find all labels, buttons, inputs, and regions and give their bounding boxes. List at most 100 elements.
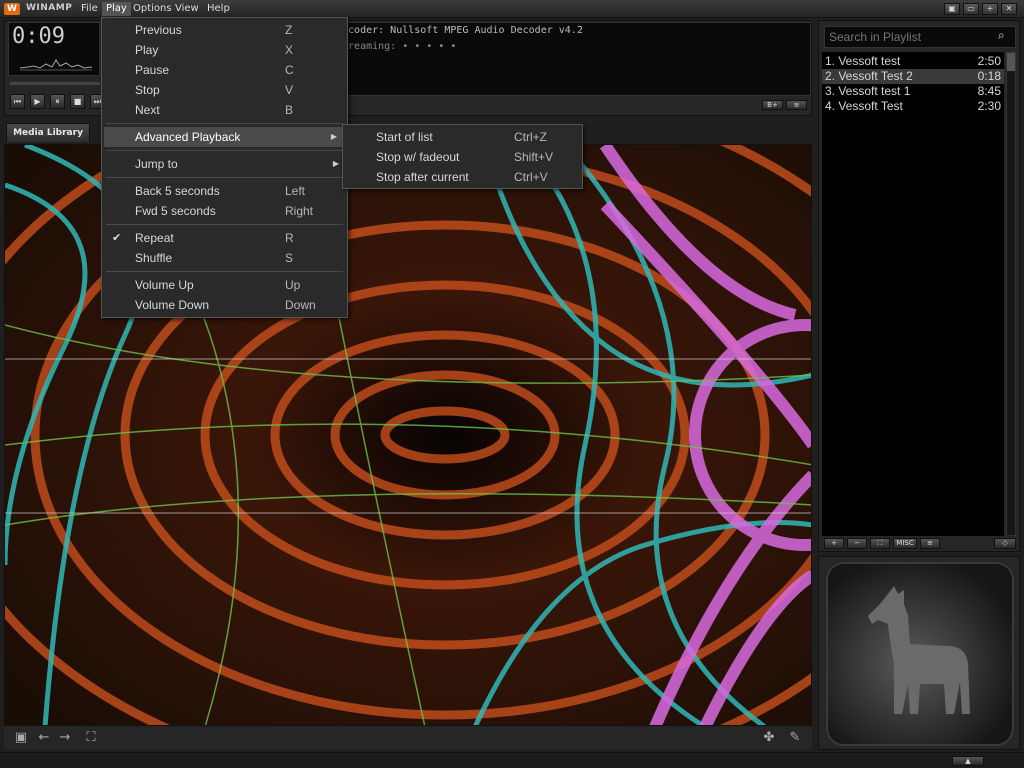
playlist-manage-button[interactable]: ◇ xyxy=(994,538,1016,549)
app-title: WINAMP xyxy=(26,3,73,13)
checkmark-icon: ✔ xyxy=(112,232,122,244)
menu-file[interactable]: File xyxy=(77,2,102,16)
menu-item-play[interactable]: Play X xyxy=(102,40,347,60)
forward-arrow-icon[interactable]: → xyxy=(56,730,74,746)
menu-item-shortcut: Shift+V xyxy=(514,150,554,164)
tab-media-library[interactable]: Media Library xyxy=(6,123,90,142)
menu-item-label: Pause xyxy=(135,63,170,77)
playlist-select-button[interactable]: ⛶ xyxy=(870,538,890,549)
menu-separator xyxy=(106,150,343,151)
playlist-list-button[interactable]: ≡ xyxy=(920,538,940,549)
playlist-scroll-thumb[interactable] xyxy=(1007,53,1015,71)
playlist-item[interactable]: 3. Vessoft test 1 8:45 xyxy=(822,84,1004,99)
monitor-icon[interactable]: ▣ xyxy=(12,730,30,746)
playlist-add-button[interactable]: + xyxy=(824,538,844,549)
status-toggle-button[interactable]: ▲ xyxy=(952,756,984,766)
menu-item-jump-to[interactable]: Jump to ▶ xyxy=(102,154,347,174)
playlist-misc-button[interactable]: MISC xyxy=(893,538,917,549)
playlist[interactable] xyxy=(822,52,1004,536)
playlist-item-duration: 2:50 xyxy=(977,54,1001,68)
back-arrow-icon[interactable]: ← xyxy=(35,730,53,746)
playlist-item-title: 1. Vessoft test xyxy=(825,54,901,68)
playlist-item-duration: 8:45 xyxy=(977,84,1001,98)
menu-help[interactable]: Help xyxy=(203,2,234,16)
playlist-toggle-button[interactable]: ≡ xyxy=(786,100,807,110)
time-display[interactable]: 0:09 xyxy=(12,24,65,49)
menu-item-label: Stop w/ fadeout xyxy=(376,150,460,164)
menu-options[interactable]: Options xyxy=(129,2,176,16)
winamp-logo-icon: W xyxy=(4,3,20,15)
menu-item-shortcut: Ctrl+Z xyxy=(514,130,547,144)
wrench-icon[interactable]: ✎ xyxy=(786,730,804,746)
menu-item-back-5-seconds[interactable]: Back 5 seconds Left xyxy=(102,181,347,201)
menu-item-fwd-5-seconds[interactable]: Fwd 5 seconds Right xyxy=(102,201,347,221)
play-button[interactable]: ▶ xyxy=(30,94,45,109)
menu-item-label: Stop xyxy=(135,83,160,97)
menu-item-volume-down[interactable]: Volume Down Down xyxy=(102,295,347,315)
album-art[interactable] xyxy=(826,562,1014,746)
status-bar xyxy=(0,752,1024,768)
menu-item-label: Volume Down xyxy=(135,298,210,312)
menu-item-shortcut: B xyxy=(285,103,294,117)
menu-item-label: Advanced Playback xyxy=(135,130,241,144)
playlist-item-title: 3. Vessoft test 1 xyxy=(825,84,911,98)
menu-view[interactable]: View xyxy=(171,2,203,16)
pause-button[interactable]: ⏸ xyxy=(50,94,65,109)
advanced-playback-submenu: Start of list Ctrl+Z Stop w/ fadeout Shi… xyxy=(342,124,583,189)
menu-item-start-of-list[interactable]: Start of list Ctrl+Z xyxy=(343,127,582,147)
playlist-remove-button[interactable]: − xyxy=(847,538,867,549)
plugin-icon[interactable]: ✤ xyxy=(760,730,778,746)
menu-item-label: Stop after current xyxy=(376,170,469,184)
menu-item-repeat[interactable]: ✔ Repeat R xyxy=(102,228,347,248)
menu-item-shortcut: V xyxy=(285,83,294,97)
playlist-scrollbar[interactable] xyxy=(1006,52,1016,536)
menu-item-shortcut: C xyxy=(285,63,294,77)
menu-separator xyxy=(106,177,343,178)
menu-play[interactable]: Play xyxy=(102,2,131,16)
mini-visualizer[interactable] xyxy=(20,58,92,72)
menu-item-shuffle[interactable]: Shuffle S xyxy=(102,248,347,268)
seek-bar[interactable] xyxy=(10,82,100,85)
llama-icon xyxy=(828,564,1012,744)
stream-info: Streaming: • • • • • xyxy=(336,41,457,52)
close-button[interactable]: ✕ xyxy=(1001,3,1017,15)
decoder-info: Decoder: Nullsoft MPEG Audio Decoder v4.… xyxy=(336,25,583,36)
previous-button[interactable]: ⏮ xyxy=(10,94,25,109)
menu-item-stop-after-current[interactable]: Stop after current Ctrl+V xyxy=(343,167,582,187)
minimize-button[interactable]: ▭ xyxy=(963,3,979,15)
playlist-item-selected[interactable]: 2. Vessoft Test 2 0:18 xyxy=(822,69,1004,84)
menu-item-stop-with-fadeout[interactable]: Stop w/ fadeout Shift+V xyxy=(343,147,582,167)
submenu-arrow-icon: ▶ xyxy=(332,159,339,168)
playlist-item[interactable]: 4. Vessoft Test 2:30 xyxy=(822,99,1004,114)
search-icon[interactable]: ⌕ xyxy=(998,28,1005,43)
menu-separator xyxy=(106,271,343,272)
menu-item-advanced-playback[interactable]: Advanced Playback ▶ xyxy=(104,127,345,147)
fullscreen-icon[interactable]: ⛶ xyxy=(82,730,100,746)
playlist-item[interactable]: 1. Vessoft test 2:50 xyxy=(822,54,1004,69)
menu-item-next[interactable]: Next B xyxy=(102,100,347,120)
menu-item-label: Previous xyxy=(135,23,182,37)
menu-separator xyxy=(106,123,343,124)
song-info-box: Decoder: Nullsoft MPEG Audio Decoder v4.… xyxy=(336,22,811,96)
bookmark-button[interactable]: B+ xyxy=(762,100,783,110)
maximize-button[interactable]: + xyxy=(982,3,998,15)
menu-item-label: Next xyxy=(135,103,160,117)
playlist-item-duration: 2:30 xyxy=(977,99,1001,113)
menu-item-stop[interactable]: Stop V xyxy=(102,80,347,100)
menu-item-previous[interactable]: Previous Z xyxy=(102,20,347,40)
menu-item-label: Volume Up xyxy=(135,278,194,292)
playlist-item-title: 2. Vessoft Test 2 xyxy=(825,69,913,83)
shade-button[interactable]: ▣ xyxy=(944,3,960,15)
visualization-toolbar xyxy=(4,726,812,750)
playlist-item-title: 4. Vessoft Test xyxy=(825,99,903,113)
menu-item-shortcut: X xyxy=(285,43,294,57)
menu-item-volume-up[interactable]: Volume Up Up xyxy=(102,275,347,295)
menu-item-shortcut: Left xyxy=(285,184,306,198)
menu-item-label: Repeat xyxy=(135,231,174,245)
play-menu: Previous Z Play X Pause C Stop V Next B … xyxy=(101,17,348,318)
menu-item-shortcut: Right xyxy=(285,204,314,218)
playlist-search-input[interactable] xyxy=(824,26,1016,48)
menu-separator xyxy=(106,224,343,225)
stop-button[interactable]: ■ xyxy=(70,94,85,109)
menu-item-pause[interactable]: Pause C xyxy=(102,60,347,80)
